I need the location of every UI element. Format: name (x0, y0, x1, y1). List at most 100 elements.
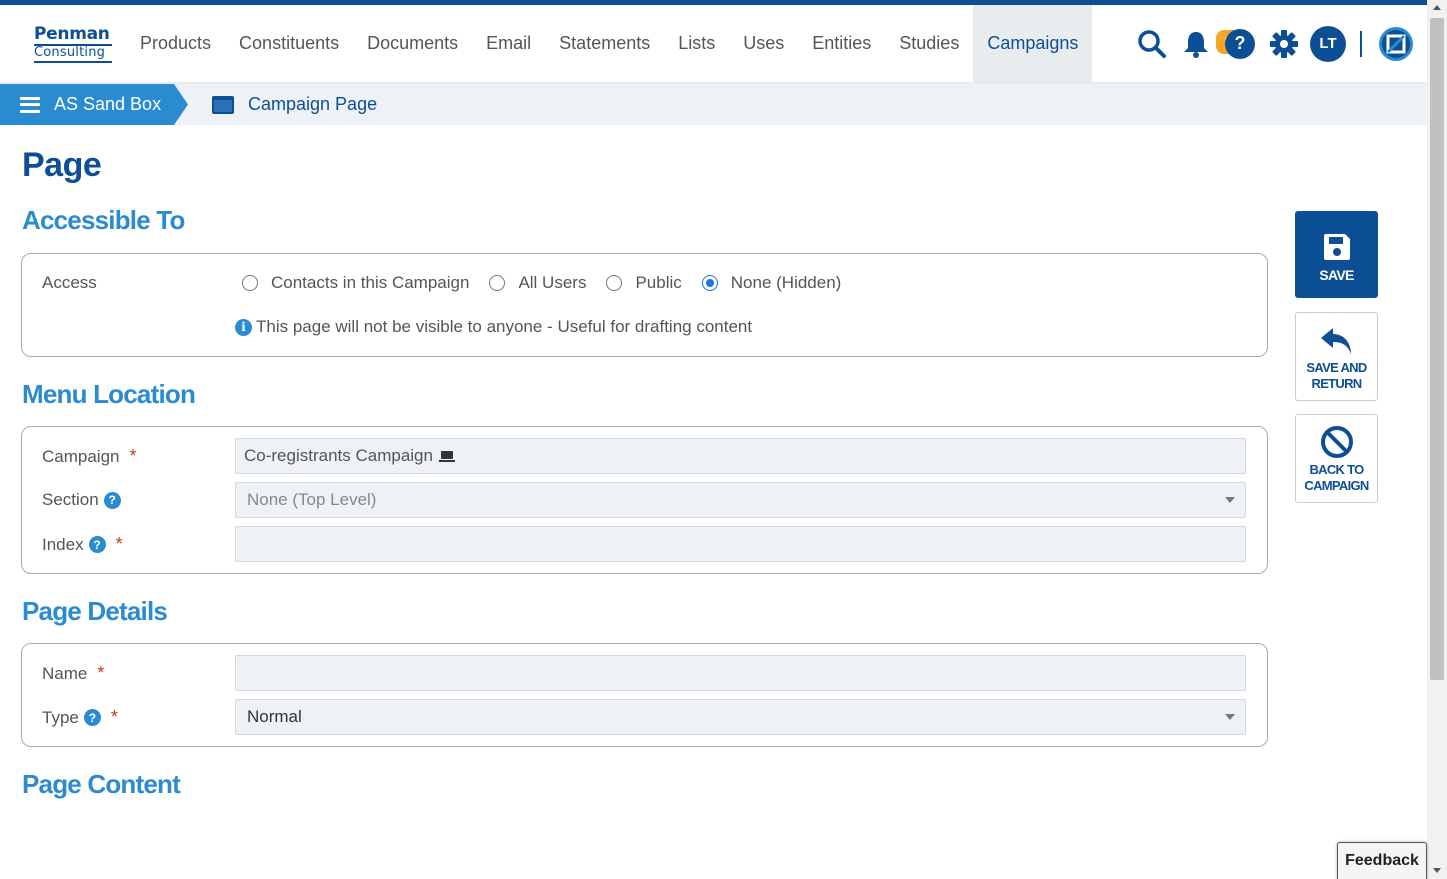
type-value: Normal (247, 707, 302, 726)
nav-constituents[interactable]: Constituents (225, 5, 353, 82)
access-option-label: None (Hidden) (730, 273, 842, 292)
section-label-text: Section (42, 490, 99, 509)
save-and-return-label-2: RETURN (1311, 376, 1363, 391)
breadcrumb-current: Campaign Page (212, 84, 377, 125)
page-scrollbar[interactable] (1427, 0, 1447, 879)
access-option-1[interactable]: All Users (489, 273, 586, 293)
chevron-down-icon (1225, 714, 1235, 720)
search-icon (1138, 29, 1166, 58)
back-to-campaign-label-1: BACK TO (1309, 462, 1364, 477)
type-label-text: Type (42, 707, 79, 727)
access-hint: i This page will not be visible to anyon… (235, 317, 752, 337)
required-mark: * (115, 534, 123, 554)
access-option-0[interactable]: Contacts in this Campaign (242, 273, 469, 293)
breadcrumb: AS Sand Box Campaign Page (0, 84, 1427, 125)
campaign-field: Co-registrants Campaign (235, 438, 1246, 474)
page-content-heading: Page Content (22, 769, 181, 799)
search-button[interactable] (1130, 22, 1174, 66)
question-icon[interactable]: ? (88, 536, 106, 553)
type-label: Type ? * (42, 707, 118, 728)
nav-studies[interactable]: Studies (885, 5, 973, 82)
help-button[interactable]: ? (1218, 22, 1262, 66)
nav-entities[interactable]: Entities (798, 5, 885, 82)
avatar: LT (1310, 25, 1346, 62)
question-icon[interactable]: ? (83, 709, 101, 726)
name-input[interactable] (235, 655, 1246, 691)
campaign-value: Co-registrants Campaign (244, 446, 433, 465)
breadcrumb-root-label: AS Sand Box (54, 94, 162, 114)
access-option-2[interactable]: Public (606, 273, 682, 293)
save-and-return-button[interactable]: SAVE AND RETURN (1295, 312, 1378, 401)
menu-location-heading: Menu Location (22, 379, 196, 409)
question-icon[interactable]: ? (103, 491, 121, 509)
index-label-text: Index (42, 534, 84, 554)
back-to-campaign-button[interactable]: BACK TO CAMPAIGN (1295, 414, 1378, 503)
access-label: Access (42, 273, 97, 292)
scroll-thumb[interactable] (1430, 18, 1444, 680)
access-option-label: Public (635, 273, 682, 292)
accessible-panel: Access Contacts in this Campaign All User… (21, 253, 1268, 357)
user-menu-button[interactable]: LT (1306, 22, 1350, 66)
radio-icon (701, 275, 718, 291)
nav-campaigns[interactable]: Campaigns (973, 5, 1093, 82)
access-hint-text: This page will not be visible to anyone … (256, 317, 753, 336)
section-label: Section ? (42, 490, 121, 510)
radio-icon (489, 275, 506, 291)
nav-uses[interactable]: Uses (729, 5, 798, 82)
name-label: Name * (42, 663, 104, 684)
undo-icon (1320, 328, 1351, 354)
page-details-panel: Name * Type ? * Normal (21, 643, 1268, 747)
scroll-down-icon[interactable] (1433, 868, 1441, 873)
feedback-button[interactable]: Feedback (1337, 842, 1427, 879)
nav-documents[interactable]: Documents (353, 5, 472, 82)
page-icon (212, 95, 234, 114)
menu-icon (20, 96, 40, 113)
save-icon (1323, 234, 1350, 260)
access-option-3[interactable]: None (Hidden) (701, 273, 842, 293)
nav-divider (1360, 30, 1362, 57)
help-icon: ? (1225, 28, 1255, 59)
save-and-return-label-1: SAVE AND (1306, 360, 1367, 375)
chevron-down-icon (1225, 497, 1235, 503)
main-nav: Products Constituents Documents Email Statem… (126, 5, 1093, 82)
access-radio-group: Contacts in this Campaign All Users Public… (242, 273, 861, 293)
scroll-up-icon[interactable] (1433, 5, 1441, 10)
laptop-icon (438, 450, 455, 462)
bell-icon (1184, 31, 1208, 58)
notifications-button[interactable]: 9+ (1174, 22, 1248, 66)
menu-location-panel: Campaign * Co-registrants Campaign Secti… (21, 426, 1268, 574)
index-label: Index ? * (42, 534, 123, 555)
ban-icon (1320, 426, 1353, 458)
save-label: SAVE (1319, 267, 1354, 283)
campaign-label-text: Campaign (42, 446, 120, 466)
access-option-label: All Users (518, 273, 587, 292)
nav-lists[interactable]: Lists (664, 5, 729, 82)
app-switcher-button[interactable] (1374, 22, 1418, 66)
info-icon: i (235, 318, 252, 336)
app-logo-icon (1379, 26, 1413, 61)
penman-logo[interactable]: Penman Consulting (34, 25, 112, 67)
nav-email[interactable]: Email (472, 5, 545, 82)
radio-icon (242, 275, 258, 291)
required-mark: * (110, 707, 118, 727)
page-title: Page (22, 146, 102, 184)
radio-icon (606, 275, 623, 291)
name-label-text: Name (42, 663, 88, 683)
nav-products[interactable]: Products (126, 5, 225, 82)
accessible-heading: Accessible To (22, 205, 185, 235)
type-select[interactable]: Normal (235, 699, 1246, 735)
gear-icon (1270, 29, 1298, 58)
index-input[interactable] (235, 526, 1246, 562)
access-option-label: Contacts in this Campaign (271, 273, 470, 292)
save-button[interactable]: SAVE (1295, 211, 1378, 298)
nav-tools: 9+ ? LT (1130, 5, 1418, 82)
breadcrumb-root[interactable]: AS Sand Box (0, 84, 188, 125)
settings-button[interactable] (1262, 22, 1306, 66)
logo-line1: Penman (34, 25, 112, 46)
back-to-campaign-label-2: CAMPAIGN (1304, 478, 1369, 493)
section-select[interactable]: None (Top Level) (235, 482, 1246, 518)
nav-statements[interactable]: Statements (545, 5, 664, 82)
section-value: None (Top Level) (247, 490, 377, 509)
top-navbar: Penman Consulting Products Constituents Do… (0, 0, 1427, 82)
campaign-label: Campaign * (42, 446, 137, 467)
